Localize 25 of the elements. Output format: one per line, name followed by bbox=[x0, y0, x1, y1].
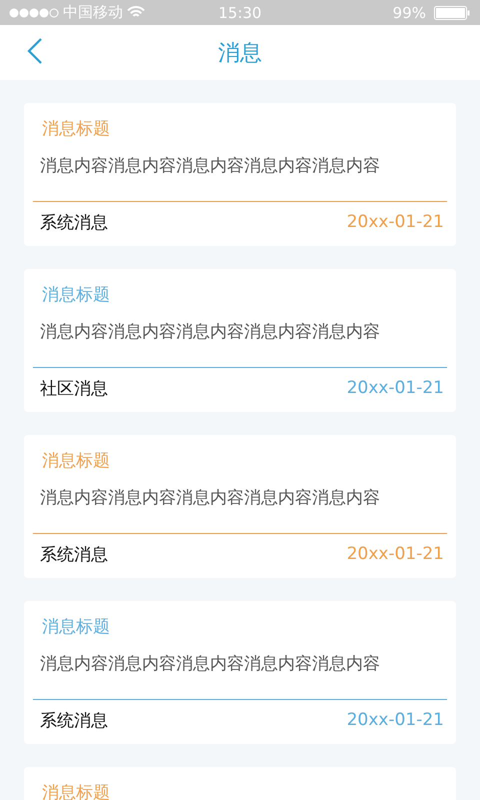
message-category: 社区消息 bbox=[40, 378, 108, 400]
message-content: 消息内容消息内容消息内容消息内容消息内容 bbox=[40, 653, 380, 676]
message-content: 消息内容消息内容消息内容消息内容消息内容 bbox=[40, 321, 380, 344]
message-card[interactable]: 消息标题 消息内容消息内容消息内容消息内容消息内容 社区消息 20xx-01-21 bbox=[24, 269, 456, 412]
message-title: 消息标题 bbox=[42, 616, 110, 639]
message-date: 20xx-01-21 bbox=[346, 544, 444, 564]
message-title: 消息标题 bbox=[42, 118, 110, 141]
battery-icon bbox=[434, 6, 470, 20]
page-title: 消息 bbox=[218, 40, 262, 66]
message-date: 20xx-01-21 bbox=[346, 212, 444, 232]
wifi-icon bbox=[127, 6, 145, 19]
message-title: 消息标题 bbox=[42, 450, 110, 473]
message-card[interactable]: 消息标题 消息内容消息内容消息内容消息内容消息内容 系统消息 20xx-01-21 bbox=[24, 435, 456, 578]
message-card[interactable]: 消息标题 消息内容消息内容消息内容消息内容消息内容 系统消息 20xx-01-21 bbox=[24, 601, 456, 744]
signal-icon bbox=[9, 8, 59, 18]
message-date: 20xx-01-21 bbox=[346, 378, 444, 398]
message-title: 消息标题 bbox=[42, 782, 110, 800]
message-date: 20xx-01-21 bbox=[346, 710, 444, 730]
message-content: 消息内容消息内容消息内容消息内容消息内容 bbox=[40, 155, 380, 178]
message-title: 消息标题 bbox=[42, 284, 110, 307]
message-category: 系统消息 bbox=[40, 710, 108, 732]
message-category: 系统消息 bbox=[40, 544, 108, 566]
message-content: 消息内容消息内容消息内容消息内容消息内容 bbox=[40, 487, 380, 510]
message-card[interactable]: 消息标题 消息内容消息内容消息内容消息内容消息内容 系统消息 20xx-01-21 bbox=[24, 103, 456, 246]
message-category: 系统消息 bbox=[40, 212, 108, 234]
